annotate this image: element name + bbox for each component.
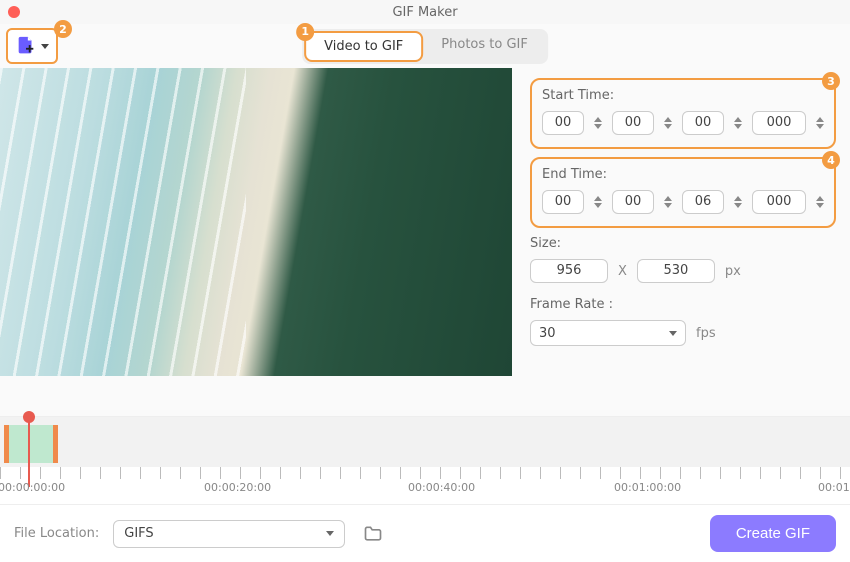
tab-photos-to-gif[interactable]: Photos to GIF [423,31,546,62]
start-time-group: 3 Start Time: 00 00 00 000 [530,78,836,149]
annotation-badge-1: 1 [296,23,314,41]
annotation-badge-2: 2 [54,20,72,38]
end-ss-stepper[interactable] [734,196,742,208]
bottom-bar: File Location: GIFS Create GIF [0,504,850,562]
start-ss[interactable]: 00 [682,111,724,135]
open-folder-button[interactable] [359,520,387,548]
titlebar: GIF Maker [0,0,850,24]
start-mm[interactable]: 00 [612,111,654,135]
end-mm[interactable]: 00 [612,190,654,214]
start-hh[interactable]: 00 [542,111,584,135]
ruler-label: 00:01 [818,481,850,494]
framerate-select[interactable]: 30 [530,320,686,346]
window-title: GIF Maker [392,5,457,20]
ruler-label: 00:00:20:00 [204,481,271,494]
file-location-value: GIFS [124,526,153,541]
framerate-unit: fps [696,326,716,341]
folder-icon [363,524,383,544]
timeline-ruler: 00:00:00:00 00:00:20:00 00:00:40:00 00:0… [0,467,850,489]
framerate-value: 30 [539,326,556,341]
ruler-label: 00:01:00:00 [614,481,681,494]
create-gif-button[interactable]: Create GIF [710,515,836,552]
ruler-label: 00:00:00:00 [0,481,65,494]
ruler-ticks [0,467,850,479]
timeline[interactable]: 00:00:00:00 00:00:20:00 00:00:40:00 00:0… [0,416,850,504]
end-ms[interactable]: 000 [752,190,806,214]
framerate-label: Frame Rate : [530,297,836,312]
end-mm-stepper[interactable] [664,196,672,208]
chevron-down-icon [326,531,334,536]
size-height-field[interactable]: 530 [637,259,715,283]
chevron-down-icon [41,44,49,49]
size-unit: px [725,264,741,279]
end-hh-stepper[interactable] [594,196,602,208]
main-area: 3 Start Time: 00 00 00 000 4 End Time: 0 [0,68,850,416]
mode-tabs: 1 Video to GIF Photos to GIF [302,29,548,64]
end-ms-stepper[interactable] [816,196,824,208]
start-mm-stepper[interactable] [664,117,672,129]
start-ss-stepper[interactable] [734,117,742,129]
start-ms[interactable]: 000 [752,111,806,135]
start-ms-stepper[interactable] [816,117,824,129]
file-location-select[interactable]: GIFS [113,520,345,548]
end-time-label: End Time: [542,167,824,182]
annotation-badge-4: 4 [822,151,840,169]
start-hh-stepper[interactable] [594,117,602,129]
end-ss[interactable]: 06 [682,190,724,214]
start-time-label: Start Time: [542,88,824,103]
end-hh[interactable]: 00 [542,190,584,214]
chevron-down-icon [669,331,677,336]
add-media-button[interactable] [6,28,58,64]
timeline-clip[interactable] [4,425,58,463]
add-file-icon [15,35,37,57]
timeline-track [0,417,850,467]
end-time-group: 4 End Time: 00 00 06 000 [530,157,836,228]
annotation-badge-3: 3 [822,72,840,90]
file-location-label: File Location: [14,526,99,541]
size-label: Size: [530,236,836,251]
size-width-field[interactable]: 956 [530,259,608,283]
ruler-label: 00:00:40:00 [408,481,475,494]
settings-panel: 3 Start Time: 00 00 00 000 4 End Time: 0 [512,68,850,416]
top-toolbar: 2 1 Video to GIF Photos to GIF [0,24,850,68]
window-close-dot[interactable] [8,6,20,18]
size-x-separator: X [618,264,627,279]
video-preview[interactable] [0,68,512,376]
tab-video-to-gif[interactable]: Video to GIF [304,31,423,62]
